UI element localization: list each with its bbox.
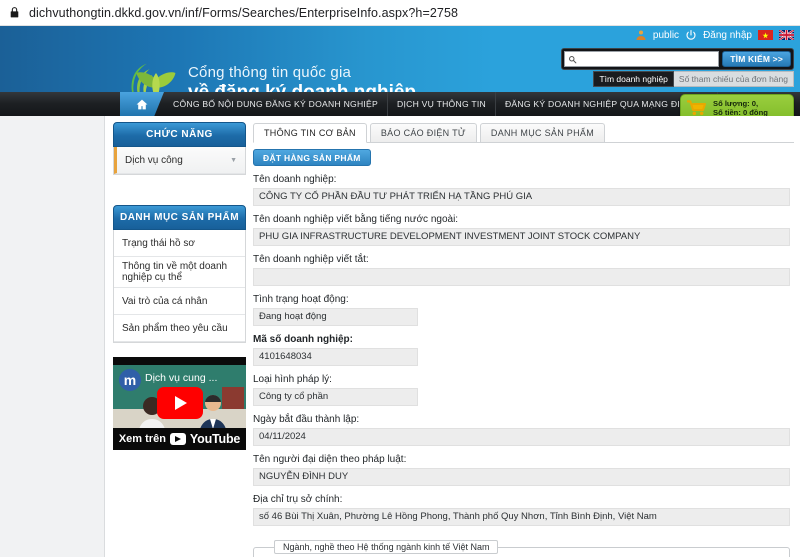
sidebar-item-thong-tin-doanh-nghiep[interactable]: Thông tin về một doanh nghiệp cụ thể	[114, 257, 245, 288]
field-ma-so-doanh-nghiep: Mã số doanh nghiệp: 4101648034	[253, 334, 794, 366]
nav-item-dich-vu-thong-tin[interactable]: DỊCH VỤ THÔNG TIN	[388, 92, 496, 116]
field-label: Ngày bắt đầu thành lập:	[253, 414, 794, 425]
content-area: CHỨC NĂNG Dịch vụ công ▼ DANH MỤC SẢN PH…	[0, 116, 800, 557]
field-value: Công ty cổ phần	[253, 388, 418, 406]
search-icon	[568, 55, 577, 64]
field-label: Tên người đại diện theo pháp luật:	[253, 454, 794, 465]
search-box[interactable]: TÌM KIẾM >>	[561, 48, 794, 70]
enterprise-info-panel: THÔNG TIN CƠ BẢN BÁO CÁO ĐIỆN TỬ DANH MỤ…	[253, 120, 794, 557]
field-label: Tên doanh nghiệp viết tắt:	[253, 254, 794, 265]
field-label: Mã số doanh nghiệp:	[253, 334, 794, 345]
watch-on-label: Xem trên	[119, 433, 166, 445]
home-icon	[135, 98, 149, 111]
sidebar-item-vai-tro-ca-nhan[interactable]: Vai trò của cá nhân	[114, 288, 245, 315]
content-tabs: THÔNG TIN CƠ BẢN BÁO CÁO ĐIỆN TỬ DANH MỤ…	[253, 120, 794, 143]
site-header: Cổng thông tin quốc gia về đăng ký doanh…	[0, 26, 800, 92]
sidebar: CHỨC NĂNG Dịch vụ công ▼ DANH MỤC SẢN PH…	[113, 122, 246, 450]
business-lines-section: Ngành, nghề theo Hệ thống ngành kinh tế …	[253, 540, 790, 557]
field-label: Loại hình pháp lý:	[253, 374, 794, 385]
field-value: Đang hoạt động	[253, 308, 418, 326]
power-icon[interactable]	[685, 29, 697, 41]
field-value: PHU GIA INFRASTRUCTURE DEVELOPMENT INVES…	[253, 228, 790, 246]
field-label: Địa chỉ trụ sở chính:	[253, 494, 794, 505]
sidebar-item-san-pham-theo-yeu-cau[interactable]: Sản phẩm theo yêu cầu	[114, 315, 245, 342]
cart-quantity-label: Số lượng: 0,	[713, 99, 768, 109]
channel-avatar: m	[119, 369, 141, 391]
sidebar-item-label: Sản phẩm theo yêu cầu	[122, 323, 228, 334]
field-value: CÔNG TY CỔ PHẦN ĐẦU TƯ PHÁT TRIỂN HẠ TẦN…	[253, 188, 790, 206]
search-tab-order-reference[interactable]: Số tham chiếu của đơn hàng	[674, 71, 794, 87]
tab-danh-muc-san-pham[interactable]: DANH MỤC SẢN PHẨM	[480, 123, 605, 142]
sidebar-item-dich-vu-cong[interactable]: Dịch vụ công ▼	[114, 147, 245, 174]
field-label: Tình trạng hoạt động:	[253, 294, 794, 305]
browser-url-bar[interactable]: dichvuthongtin.dkkd.gov.vn/inf/Forms/Sea…	[0, 0, 800, 26]
youtube-video-embed[interactable]: m Dịch vụ cung ... Xem trên YouTube	[113, 357, 246, 450]
url-text: dichvuthongtin.dkkd.gov.vn/inf/Forms/Sea…	[29, 6, 458, 20]
field-label: Tên doanh nghiệp:	[253, 174, 794, 185]
field-value: 04/11/2024	[253, 428, 790, 446]
brand-line-1: Cổng thông tin quốc gia	[188, 64, 416, 81]
uk-flag-icon[interactable]	[779, 30, 794, 40]
business-lines-legend: Ngành, nghề theo Hệ thống ngành kinh tế …	[274, 540, 498, 554]
field-value: 4101648034	[253, 348, 418, 366]
video-title: Dịch vụ cung ...	[145, 372, 217, 384]
login-link[interactable]: Đăng nhập	[703, 30, 752, 41]
field-dia-chi-tru-so: Địa chỉ trụ sở chính: số 46 Bùi Thị Xuân…	[253, 494, 794, 526]
field-tinh-trang-hoat-dong: Tình trạng hoạt động: Đang hoạt động	[253, 294, 794, 326]
field-label: Tên doanh nghiệp viết bằng tiếng nước ng…	[253, 214, 794, 225]
field-ngay-thanh-lap: Ngày bắt đầu thành lập: 04/11/2024	[253, 414, 794, 446]
field-value: NGUYỄN ĐÌNH DUY	[253, 468, 790, 486]
sidebar-functions-list: Dịch vụ công ▼	[113, 147, 246, 175]
vietnam-flag-icon[interactable]	[758, 30, 773, 40]
sidebar-item-label: Thông tin về một doanh nghiệp cụ thể	[122, 261, 237, 283]
youtube-icon	[170, 433, 186, 445]
search-button[interactable]: TÌM KIẾM >>	[722, 51, 791, 67]
youtube-wordmark: YouTube	[190, 432, 240, 446]
field-nguoi-dai-dien: Tên người đại diện theo pháp luật: NGUYỄ…	[253, 454, 794, 486]
field-value	[253, 268, 790, 286]
main-navigation: CÔNG BỐ NỘI DUNG ĐĂNG KÝ DOANH NGHIỆP DỊ…	[0, 92, 800, 116]
sidebar-item-label: Vai trò của cá nhân	[122, 296, 207, 307]
username-label: public	[653, 30, 679, 41]
search-mode-tabs: Tìm doanh nghiệp Số tham chiếu của đơn h…	[593, 71, 794, 87]
nav-item-cong-bo[interactable]: CÔNG BỐ NỘI DUNG ĐĂNG KÝ DOANH NGHIỆP	[164, 92, 388, 116]
field-ten-tieng-nuoc-ngoai: Tên doanh nghiệp viết bằng tiếng nước ng…	[253, 214, 794, 246]
watch-on-youtube-bar[interactable]: Xem trên YouTube	[113, 428, 246, 450]
tab-bao-cao-dien-tu[interactable]: BÁO CÁO ĐIỆN TỬ	[370, 123, 477, 142]
chevron-down-icon: ▼	[230, 157, 237, 164]
sidebar-item-label: Dịch vụ công	[125, 155, 183, 166]
field-ten-viet-tat: Tên doanh nghiệp viết tắt:	[253, 254, 794, 286]
field-loai-hinh-phap-ly: Loại hình pháp lý: Công ty cổ phần	[253, 374, 794, 406]
sidebar-products-title: DANH MỤC SẢN PHẨM	[113, 205, 246, 230]
play-button-icon[interactable]	[157, 387, 203, 419]
search-tab-enterprise[interactable]: Tìm doanh nghiệp	[593, 71, 674, 87]
page-root: Cổng thông tin quốc gia về đăng ký doanh…	[0, 26, 800, 557]
left-gutter	[0, 116, 105, 557]
nav-home-button[interactable]	[120, 92, 164, 116]
user-strip: public Đăng nhập	[635, 29, 794, 41]
sidebar-functions-title: CHỨC NĂNG	[113, 122, 246, 147]
field-value: số 46 Bùi Thị Xuân, Phường Lê Hồng Phong…	[253, 508, 790, 526]
lock-icon	[8, 6, 21, 19]
search-input[interactable]	[564, 51, 719, 67]
sidebar-item-label: Trạng thái hồ sơ	[122, 238, 195, 249]
sidebar-products-list: Trạng thái hồ sơ Thông tin về một doanh …	[113, 230, 246, 343]
field-ten-doanh-nghiep: Tên doanh nghiệp: CÔNG TY CỔ PHẦN ĐẦU TƯ…	[253, 174, 794, 206]
user-icon	[635, 29, 647, 41]
shopping-cart-icon	[686, 100, 708, 116]
sidebar-item-trang-thai-ho-so[interactable]: Trạng thái hồ sơ	[114, 230, 245, 257]
tab-thong-tin-co-ban[interactable]: THÔNG TIN CƠ BẢN	[253, 123, 367, 143]
order-product-button[interactable]: ĐẶT HÀNG SẢN PHẨM	[253, 149, 371, 166]
